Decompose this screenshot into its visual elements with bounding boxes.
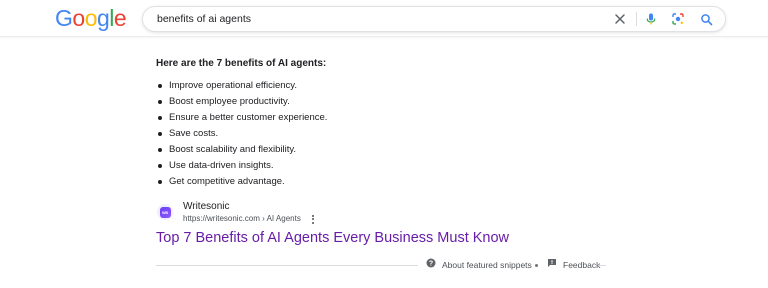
svg-text:?: ? (429, 261, 433, 268)
featured-snippet: Here are the 7 benefits of AI agents: Im… (156, 58, 606, 190)
snippet-list: Improve operational efficiency. Boost em… (156, 78, 606, 190)
more-options-icon[interactable] (309, 213, 317, 225)
list-item: Boost employee productivity. (156, 94, 606, 110)
feedback-icon (547, 258, 557, 271)
search-icon[interactable] (698, 11, 714, 27)
footer-separator (535, 264, 538, 267)
logo-letter: e (113, 5, 127, 31)
list-item: Ensure a better customer experience. (156, 110, 606, 126)
logo-letter: g (96, 5, 110, 31)
result-title-link[interactable]: Top 7 Benefits of AI Agents Every Busine… (156, 229, 509, 247)
footer-divider (156, 265, 418, 266)
list-item: Improve operational efficiency. (156, 78, 606, 94)
list-item: Boost scalability and flexibility. (156, 142, 606, 158)
writesonic-favicon: WS (157, 204, 173, 220)
feedback-label: Feedback (563, 260, 601, 270)
list-item: Use data-driven insights. (156, 158, 606, 174)
feedback-link[interactable]: Feedback (547, 259, 600, 271)
search-input[interactable] (157, 7, 597, 31)
lens-icon[interactable] (670, 11, 686, 27)
about-featured-snippets-link[interactable]: ? About featured snippets (426, 258, 532, 271)
logo-letter: G (55, 5, 73, 31)
result-source[interactable]: WS Writesonic https://writesonic.com › A… (157, 201, 457, 227)
logo-letter: o (84, 5, 98, 31)
google-logo[interactable]: Google (55, 5, 127, 31)
site-url: https://writesonic.com › AI Agents (183, 214, 301, 223)
footer-divider-end (598, 265, 606, 266)
search-box (142, 6, 726, 32)
search-header: Google (0, 0, 768, 37)
logo-letter: o (72, 5, 85, 31)
list-item: Save costs. (156, 126, 606, 142)
about-label: About featured snippets (442, 260, 532, 270)
close-icon[interactable] (612, 11, 628, 27)
help-icon: ? (426, 258, 436, 271)
list-item: Get competitive advantage. (156, 174, 606, 190)
search-box-divider (636, 12, 637, 26)
favicon-label: WS (159, 206, 171, 218)
site-name: Writesonic (183, 201, 230, 212)
microphone-icon[interactable] (643, 11, 659, 27)
snippet-heading: Here are the 7 benefits of AI agents: (156, 58, 327, 69)
